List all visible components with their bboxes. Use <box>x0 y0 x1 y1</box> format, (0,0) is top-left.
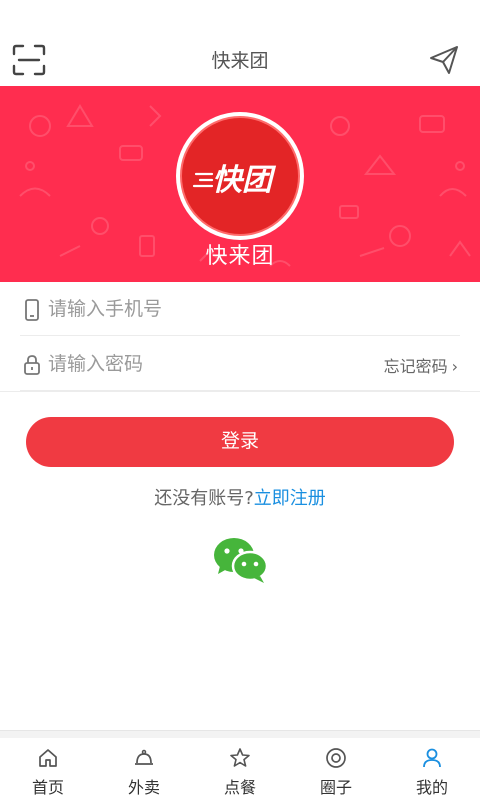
tab-circle[interactable]: 圈子 <box>288 738 384 800</box>
logo-text: 快团 <box>212 163 277 198</box>
forgot-password-link[interactable]: 忘记密码 › <box>384 353 458 377</box>
tab-takeout[interactable]: 外卖 <box>96 738 192 800</box>
bottom-divider <box>0 730 480 738</box>
divider <box>0 391 480 392</box>
tab-label: 我的 <box>415 778 448 797</box>
login-button[interactable]: 登录 <box>26 417 454 467</box>
user-icon <box>423 748 441 768</box>
cloche-icon <box>135 749 153 765</box>
star-icon <box>230 748 250 767</box>
brand-banner: 快团 快来团 <box>0 86 480 282</box>
password-field-row: 忘记密码 › <box>20 337 460 391</box>
tab-home[interactable]: 首页 <box>0 738 96 800</box>
brand-logo: 快团 <box>176 112 304 240</box>
bottom-tab-bar: 首页 外卖 点餐 圈子 我的 <box>0 738 480 800</box>
forgot-password-label: 忘记密码 <box>383 357 448 376</box>
register-prompt-row: 还没有账号?立即注册 <box>0 484 480 510</box>
tab-mine[interactable]: 我的 <box>384 738 480 800</box>
send-button[interactable] <box>428 44 460 76</box>
tab-label: 圈子 <box>319 778 352 797</box>
wechat-icon <box>214 538 269 583</box>
chevron-right-icon: › <box>451 357 458 376</box>
lock-icon <box>24 355 40 375</box>
page-title: 快来团 <box>211 50 269 72</box>
phone-input[interactable] <box>48 292 368 326</box>
register-prompt: 还没有账号? <box>154 488 254 509</box>
phone-field-row <box>20 282 460 336</box>
circle-icon <box>326 748 346 768</box>
tab-label: 外卖 <box>127 778 160 797</box>
wechat-login-button[interactable] <box>212 536 270 584</box>
logo-mark: 快团 <box>192 163 277 198</box>
tab-order[interactable]: 点餐 <box>192 738 288 800</box>
phone-icon <box>25 299 39 321</box>
brand-name: 快来团 <box>205 244 275 269</box>
tab-label: 点餐 <box>223 778 256 797</box>
tab-label: 首页 <box>31 778 64 797</box>
send-icon <box>430 46 458 74</box>
home-icon <box>39 749 57 767</box>
password-input[interactable] <box>48 347 368 381</box>
register-link[interactable]: 立即注册 <box>254 488 326 509</box>
top-bar: 快来团 <box>0 0 480 86</box>
